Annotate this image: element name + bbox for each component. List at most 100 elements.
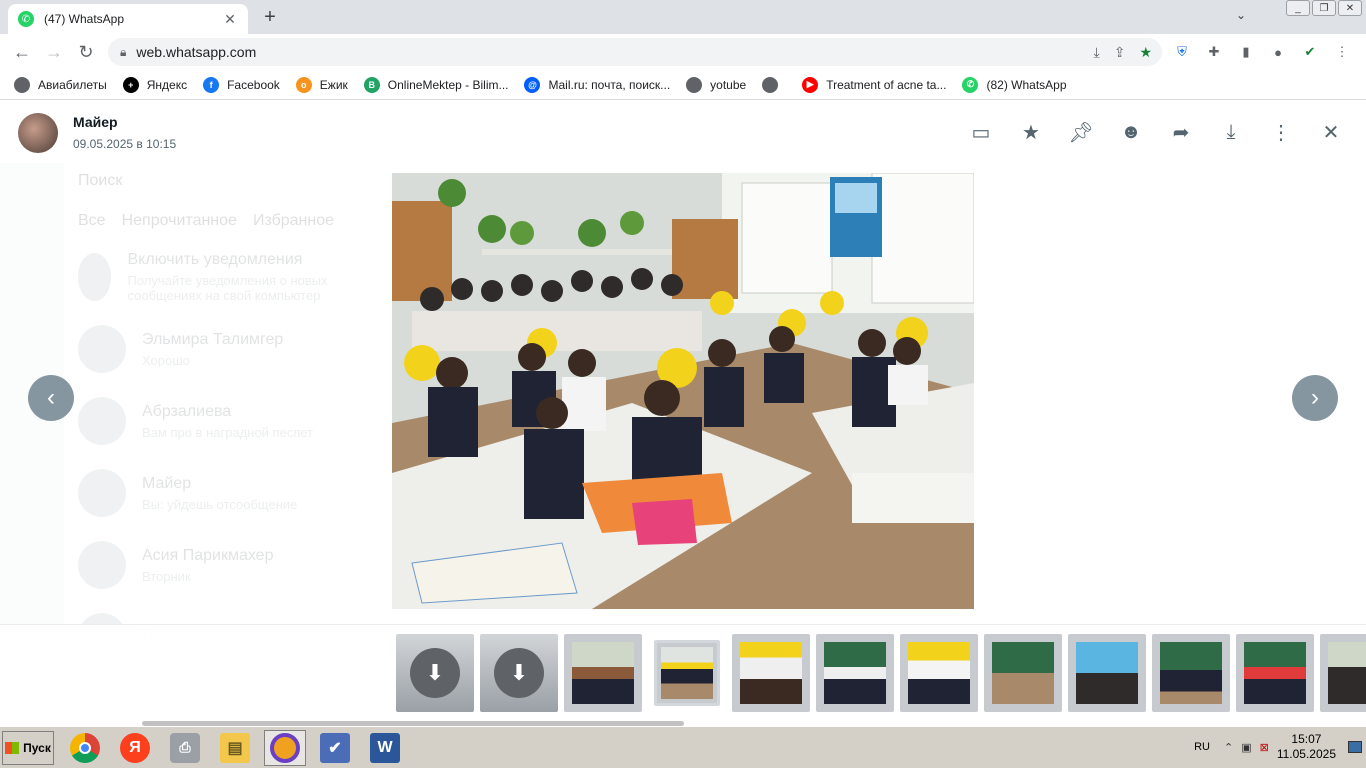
taskbar-yandex-browser[interactable]: Я: [114, 730, 156, 766]
background-chat-name: Включить уведомления: [127, 251, 303, 268]
close-viewer-icon[interactable]: ✕: [1320, 119, 1342, 145]
bookmark-item[interactable]: o Ежик: [295, 76, 348, 93]
bookmark-label: Mail.ru: почта, поиск...: [548, 77, 671, 92]
checklist-icon: ✔: [320, 732, 350, 763]
bookmark-item[interactable]: + Яндекс: [122, 76, 187, 93]
background-avatar: [78, 253, 112, 301]
share-icon[interactable]: ⇪: [1114, 44, 1126, 61]
bookmark-item[interactable]: @ Mail.ru: почта, поиск...: [524, 76, 671, 93]
tab-search-chevron-icon[interactable]: ⌄: [1236, 8, 1246, 22]
language-indicator[interactable]: RU: [1194, 741, 1210, 753]
forward-icon[interactable]: ➦: [1170, 119, 1192, 145]
bookmark-label: yotube: [710, 77, 747, 92]
show-desktop-icon[interactable]: [1348, 741, 1362, 753]
tab-whatsapp[interactable]: ✆ (47) WhatsApp ✕: [8, 4, 248, 34]
taskbar-word[interactable]: W: [364, 730, 406, 766]
bookmark-favicon-icon: ▶: [802, 76, 819, 93]
reload-button[interactable]: ↻: [70, 36, 102, 68]
background-filter-chip: Непрочитанное: [121, 212, 237, 229]
close-window-button[interactable]: ✕: [1338, 0, 1362, 16]
background-chat-name: Асия Парикмахер: [142, 546, 274, 564]
bookmark-star-icon[interactable]: ★: [1139, 44, 1152, 61]
new-tab-button[interactable]: +: [258, 6, 282, 30]
background-chat-preview: Вторник: [142, 568, 191, 584]
restore-button[interactable]: ❐: [1312, 0, 1336, 16]
react-emoji-icon[interactable]: ☻: [1120, 119, 1142, 145]
bookmark-favicon-icon: ✆: [962, 76, 979, 93]
lock-icon[interactable]: 🔒︎: [120, 45, 126, 60]
background-chat-item: Эльмира Талимгер Хорошо: [64, 313, 404, 385]
download-arrow-icon: ⬇: [494, 648, 544, 698]
show-hidden-icons-chevron-icon[interactable]: ⌃: [1224, 741, 1233, 754]
taskbar-printer[interactable]: ⎙: [164, 730, 206, 766]
install-app-icon[interactable]: ⤓: [1094, 44, 1100, 61]
side-panel-icon[interactable]: ▮: [1236, 42, 1256, 62]
bookmark-favicon-icon: @: [524, 76, 541, 93]
bookmark-item[interactable]: yotube: [686, 76, 747, 93]
star-icon[interactable]: ★: [1020, 119, 1042, 145]
windows-taskbar: Пуск Я ⎙ ▤ ✔ W RU ⌃ ▣ ⊠ 15:07 11.05.2025: [0, 726, 1366, 768]
clipboard-icon[interactable]: ▣: [1241, 741, 1251, 754]
taskbar-explorer[interactable]: ▤: [214, 730, 256, 766]
security-check-icon[interactable]: ✔: [1300, 42, 1320, 62]
thumbnail-photo[interactable]: [1152, 634, 1230, 712]
minimize-button[interactable]: _: [1286, 0, 1310, 16]
back-button[interactable]: ←: [6, 36, 38, 68]
taskbar-opera[interactable]: [264, 729, 306, 766]
more-options-icon[interactable]: ⋮: [1270, 119, 1292, 145]
thumbnail-download[interactable]: ⬇: [396, 634, 474, 712]
system-tray: RU ⌃ ▣ ⊠ 15:07 11.05.2025: [1194, 729, 1366, 765]
background-chat-name: Эльмира Талимгер: [142, 330, 284, 348]
thumbnail-photo[interactable]: [900, 634, 978, 712]
bookmark-item[interactable]: B OnlineMektep - Bilim...: [363, 76, 509, 93]
bookmark-label: OnlineMektep - Bilim...: [387, 77, 509, 92]
bookmark-label: Авиабилеты: [38, 77, 107, 92]
bookmark-label: Ежик: [319, 77, 348, 92]
taskbar-chrome[interactable]: [64, 730, 106, 766]
next-media-button[interactable]: ›: [1292, 375, 1338, 421]
thumbnail-photo-active[interactable]: [654, 640, 720, 706]
bookmark-item[interactable]: ▶ Treatment of acne ta...: [802, 76, 946, 93]
bookmark-item[interactable]: Авиабилеты: [14, 76, 107, 93]
previous-media-button[interactable]: ‹: [28, 375, 74, 421]
taskbar-checklist-app[interactable]: ✔: [314, 730, 356, 766]
thumbnail-photo[interactable]: [1236, 634, 1314, 712]
sender-avatar[interactable]: [18, 113, 58, 153]
tab-strip: ✆ (47) WhatsApp ✕ + ⌄ _ ❐ ✕: [0, 0, 1366, 34]
start-button[interactable]: Пуск: [2, 730, 54, 765]
thumbnail-photo[interactable]: [564, 634, 642, 712]
thumbnail-photo[interactable]: [816, 634, 894, 712]
start-label: Пуск: [23, 740, 51, 755]
pin-icon[interactable]: 📌︎: [1068, 119, 1093, 145]
thumbnail-photo[interactable]: [984, 634, 1062, 712]
bookmark-item[interactable]: [762, 76, 786, 93]
background-chat-item: Включить уведомления Получайте уведомлени…: [64, 241, 404, 313]
address-bar[interactable]: 🔒︎ web.whatsapp.com ⤓ ⇪ ★: [108, 38, 1162, 66]
thumbnail-download[interactable]: ⬇: [480, 634, 558, 712]
background-avatar: [78, 541, 126, 589]
bookmark-item[interactable]: ✆ (82) WhatsApp: [962, 76, 1067, 93]
url-text[interactable]: web.whatsapp.com: [136, 44, 1093, 60]
sent-date: 09.05.2025 в 10:15: [73, 137, 177, 151]
thumbnail-photo[interactable]: [732, 634, 810, 712]
media-photo[interactable]: [392, 173, 974, 609]
download-icon[interactable]: ⤓: [1220, 119, 1242, 145]
bookmark-favicon-icon: [762, 76, 779, 93]
forward-button[interactable]: →: [38, 36, 70, 68]
background-chat-item: Абрзалиева Вам про в наградной песпет: [64, 385, 404, 457]
go-to-message-icon[interactable]: ▭: [970, 119, 992, 145]
browser-toolbar: ← → ↻ 🔒︎ web.whatsapp.com ⤓ ⇪ ★ ⛨ ✚ ▮ ● …: [0, 34, 1366, 70]
background-chat-name: Майер: [142, 474, 192, 492]
profile-icon[interactable]: ●: [1268, 42, 1288, 62]
network-disconnected-icon[interactable]: ⊠: [1260, 741, 1269, 754]
thumbnail-photo[interactable]: [1068, 634, 1146, 712]
background-chat-preview: Хорошо: [142, 352, 190, 368]
bookmark-item[interactable]: f Facebook: [203, 76, 280, 93]
menu-kebab-icon[interactable]: ⋮: [1332, 42, 1352, 62]
close-tab-icon[interactable]: ✕: [222, 11, 238, 28]
thumbnail-photo[interactable]: [1320, 634, 1366, 712]
extensions-puzzle-icon[interactable]: ✚: [1204, 42, 1224, 62]
clock[interactable]: 15:07 11.05.2025: [1277, 732, 1336, 762]
whatsapp-app: Поиск Все Непрочитанное Избранное Включить у…: [0, 101, 1366, 726]
shield-extension-icon[interactable]: ⛨: [1172, 42, 1192, 62]
